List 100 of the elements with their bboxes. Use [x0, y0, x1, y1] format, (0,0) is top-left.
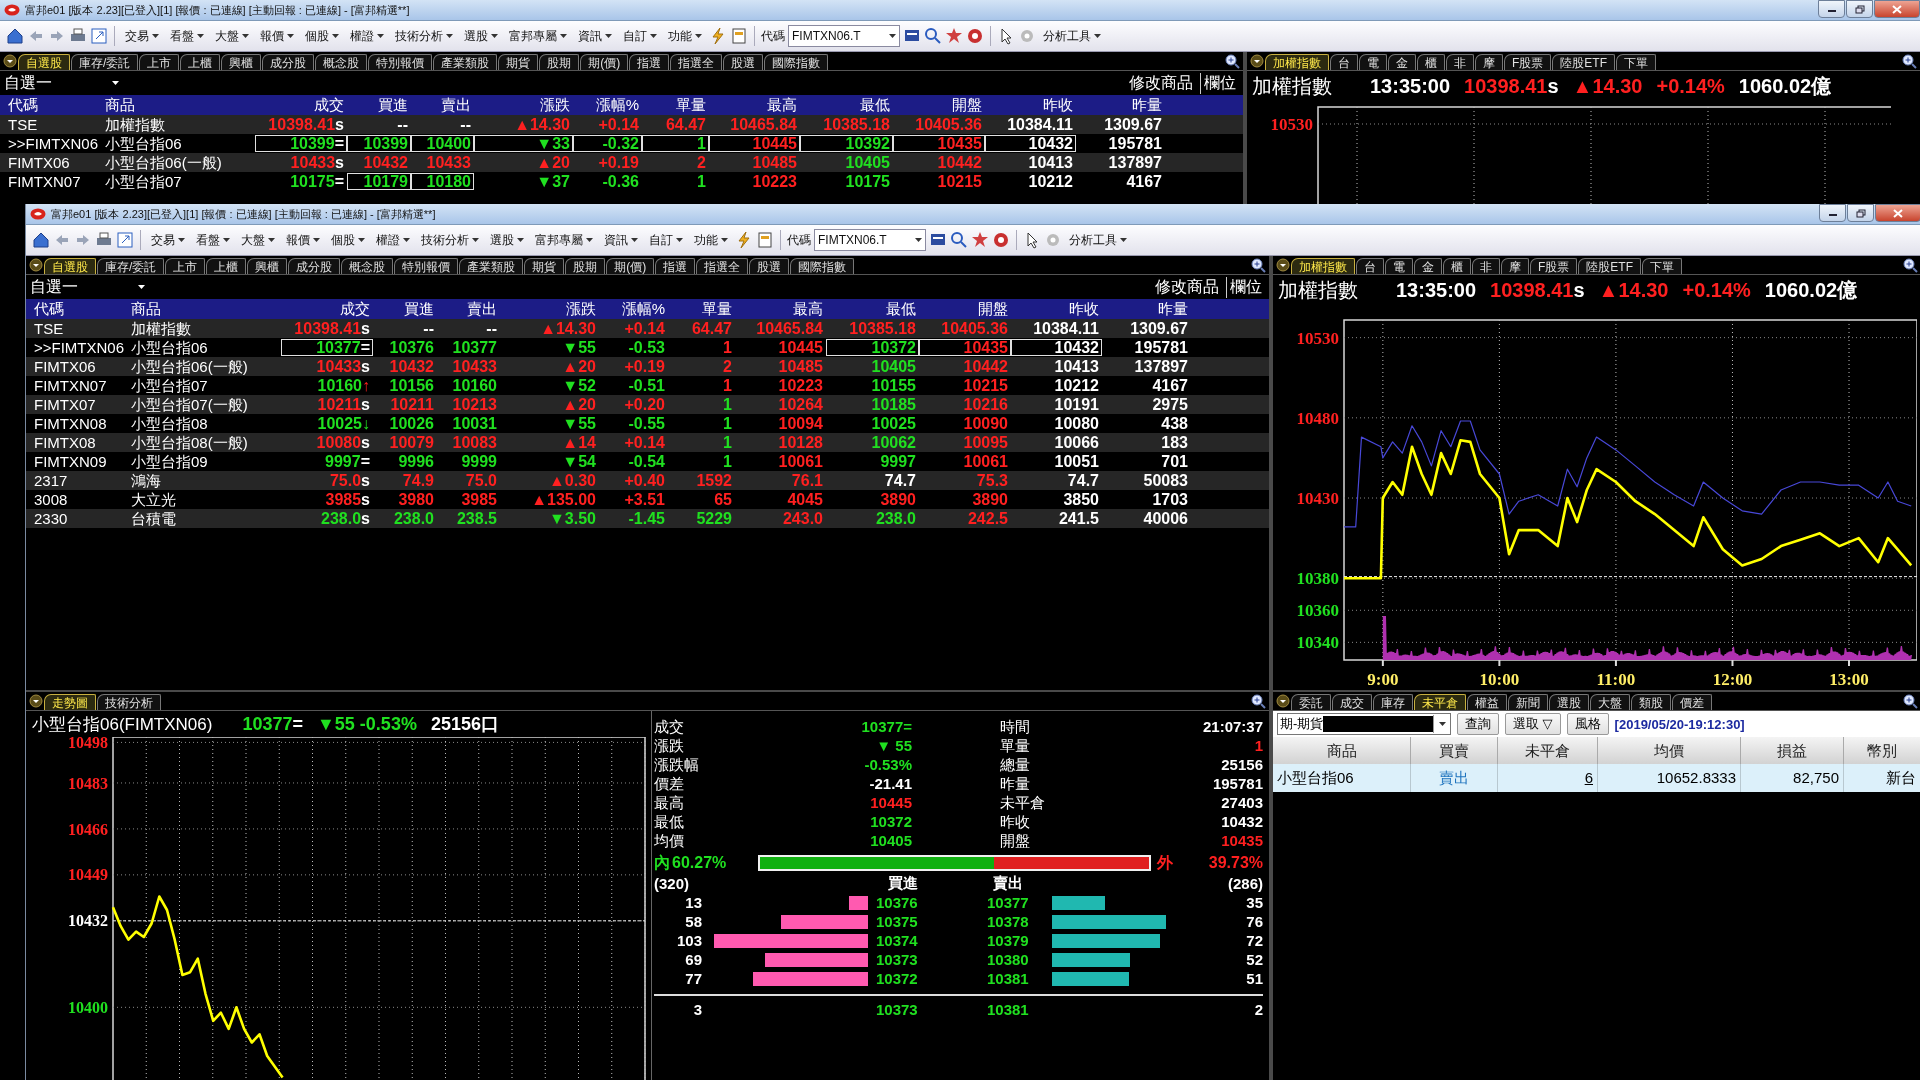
- code-field[interactable]: FIMTXN06.T: [814, 229, 926, 251]
- minimize-button[interactable]: [1819, 204, 1846, 222]
- toolbar-menu[interactable]: 看盤: [192, 229, 234, 251]
- panel-tab[interactable]: 價差: [1672, 694, 1712, 710]
- panel-tab[interactable]: 新聞: [1508, 694, 1548, 710]
- column-header[interactable]: 買進: [347, 95, 411, 115]
- form-icon[interactable]: [756, 231, 774, 249]
- panel-tab[interactable]: 自選股: [44, 258, 96, 274]
- panel-tab[interactable]: 下單: [1616, 54, 1656, 70]
- panel-tab[interactable]: 特別報價: [368, 54, 433, 70]
- popout-icon[interactable]: [90, 27, 108, 45]
- panel-tab[interactable]: 概念股: [341, 258, 394, 274]
- panel-tab[interactable]: 大盤: [1590, 694, 1630, 710]
- column-header[interactable]: 最低: [826, 299, 919, 319]
- table-row[interactable]: FIMTX07 小型台指07(一般) 10211s 10211 10213 ▲20 +0.20 1 10264 10185 10216 10191 2975: [26, 395, 1269, 414]
- minimize-button[interactable]: [1818, 0, 1845, 18]
- column-header[interactable]: 代碼: [8, 95, 105, 115]
- panel-tab[interactable]: 庫存: [1373, 694, 1413, 710]
- toolbar-menu[interactable]: 選股: [486, 229, 528, 251]
- table-row[interactable]: FIMTX08 小型台指08(一般) 10080s 10079 10083 ▲14 +0.14 1 10128 10062 10095 10066 183: [26, 433, 1269, 452]
- panel-tab[interactable]: 指選: [655, 258, 696, 274]
- panel-tab[interactable]: 庫存/委託: [71, 54, 139, 70]
- panel-tab[interactable]: 自選股: [18, 54, 70, 70]
- panel-tab[interactable]: 期(價): [580, 54, 629, 70]
- toolbar-menu[interactable]: 權證: [346, 25, 388, 47]
- column-header[interactable]: 開盤: [919, 299, 1011, 319]
- panel-tab[interactable]: 加權指數: [1265, 54, 1329, 70]
- popout-icon[interactable]: [116, 231, 134, 249]
- toolbar-button[interactable]: 查詢: [1457, 713, 1499, 735]
- panel-tab[interactable]: F股票: [1530, 258, 1578, 274]
- column-header[interactable]: 商品: [105, 95, 255, 115]
- dropdown-icon[interactable]: [29, 258, 43, 272]
- zoom-in-icon[interactable]: [1225, 53, 1240, 69]
- panel-tab[interactable]: 股期: [565, 258, 606, 274]
- toolbar-menu[interactable]: 分析工具: [1065, 229, 1131, 251]
- toolbar-menu[interactable]: 技術分析: [417, 229, 483, 251]
- table-row[interactable]: 2330 台積電 238.0s 238.0 238.5 ▼3.50 -1.45 5229 243.0 238.0 242.5 241.5 40006: [26, 509, 1269, 528]
- panel-tab[interactable]: 上櫃: [180, 54, 221, 70]
- toolbar-menu[interactable]: 大盤: [211, 25, 253, 47]
- toolbar-button[interactable]: 風格: [1566, 713, 1609, 735]
- lightning-icon[interactable]: [735, 231, 753, 249]
- panel-tab[interactable]: 興櫃: [221, 54, 262, 70]
- toolbar-button[interactable]: 選取 ▽: [1505, 713, 1561, 735]
- zoom-in-icon[interactable]: [1251, 257, 1266, 273]
- toolbar-menu[interactable]: 功能: [690, 229, 732, 251]
- table-row[interactable]: TSE 加權指數 10398.41s -- -- ▲14.30 +0.14 64.47 10465.84 10385.18 10405.36 10384.11 1309.67: [26, 319, 1269, 338]
- column-header[interactable]: 最高: [709, 95, 800, 115]
- toolbar-menu[interactable]: 權證: [372, 229, 414, 251]
- panel-tab[interactable]: 概念股: [315, 54, 368, 70]
- toolbar-menu[interactable]: 報價: [256, 25, 298, 47]
- toolbar-menu[interactable]: 交易: [121, 25, 163, 47]
- panel-action[interactable]: 修改商品: [1126, 72, 1196, 94]
- panel-tab[interactable]: 櫃: [1443, 258, 1471, 274]
- panel-tab[interactable]: 金: [1388, 54, 1416, 70]
- toolbar-menu[interactable]: 個股: [327, 229, 369, 251]
- table-row[interactable]: FIMTX06 小型台指06(一般) 10433s 10432 10433 ▲20 +0.19 2 10485 10405 10442 10413 137897: [26, 357, 1269, 376]
- panel-action[interactable]: 修改商品: [1152, 276, 1222, 298]
- toolbar-menu[interactable]: 看盤: [166, 25, 208, 47]
- watchlist-select[interactable]: 自選一: [4, 72, 119, 94]
- panel-action[interactable]: 欄位: [1226, 276, 1265, 298]
- column-header[interactable]: 昨量: [1076, 95, 1165, 115]
- column-header[interactable]: 成交: [281, 299, 373, 319]
- toolbar-menu[interactable]: 自訂: [619, 25, 661, 47]
- panel-tab[interactable]: 國際指數: [764, 54, 829, 70]
- zoom-in-icon[interactable]: [1903, 257, 1918, 273]
- panel-tab[interactable]: 委託: [1291, 694, 1331, 710]
- column-header[interactable]: 開盤: [893, 95, 985, 115]
- panel-tab[interactable]: 走勢圖: [44, 694, 96, 710]
- panel-tab[interactable]: 摩: [1475, 54, 1503, 70]
- panel-tab[interactable]: 股期: [539, 54, 580, 70]
- panel-tab[interactable]: 興櫃: [247, 258, 288, 274]
- column-header[interactable]: 單量: [668, 299, 735, 319]
- toolbar-menu[interactable]: 個股: [301, 25, 343, 47]
- zoom-in-icon[interactable]: [1251, 693, 1266, 709]
- watchlist-select[interactable]: 自選一: [30, 276, 145, 298]
- quantity-link[interactable]: 6: [1498, 764, 1598, 792]
- table-row[interactable]: TSE 加權指數 10398.41s -- -- ▲14.30 +0.14 64.47 10465.84 10385.18 10405.36 10384.11 1309.67: [0, 115, 1243, 134]
- panel-tab[interactable]: 陸股ETF: [1552, 54, 1615, 70]
- maximize-button[interactable]: [1846, 0, 1873, 18]
- panel-tab[interactable]: 上市: [165, 258, 206, 274]
- panel-tab[interactable]: 成分股: [288, 258, 341, 274]
- column-header[interactable]: 成交: [255, 95, 347, 115]
- close-button[interactable]: [1874, 0, 1920, 18]
- toolbar-menu[interactable]: 富邦專屬: [505, 25, 571, 47]
- column-header[interactable]: 昨量: [1102, 299, 1191, 319]
- dropdown-icon[interactable]: [3, 54, 17, 68]
- dropdown-icon[interactable]: [1276, 694, 1290, 708]
- panel-tab[interactable]: 類股: [1631, 694, 1671, 710]
- column-header[interactable]: 漲幅%: [573, 95, 642, 115]
- column-header[interactable]: 商品: [131, 299, 281, 319]
- column-header[interactable]: 賣出: [437, 299, 500, 319]
- toolbar-menu[interactable]: 分析工具: [1039, 25, 1105, 47]
- close-button[interactable]: [1875, 204, 1920, 222]
- toolbar-menu[interactable]: 報價: [282, 229, 324, 251]
- panel-tab[interactable]: 電: [1359, 54, 1387, 70]
- panel-action[interactable]: 欄位: [1200, 72, 1239, 94]
- panel-tab[interactable]: 摩: [1501, 258, 1529, 274]
- panel-tab[interactable]: 上市: [139, 54, 180, 70]
- toolbar-menu[interactable]: 大盤: [237, 229, 279, 251]
- panel-tab[interactable]: 成交: [1332, 694, 1372, 710]
